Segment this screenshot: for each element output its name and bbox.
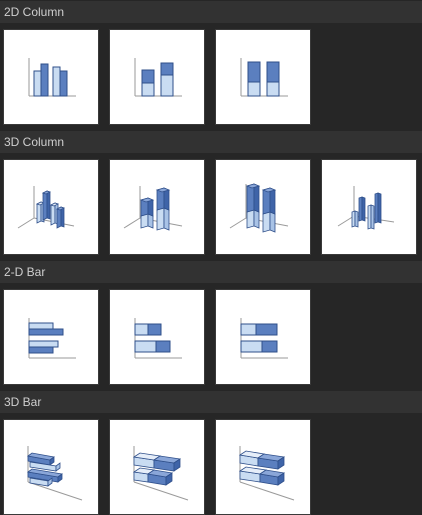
- percent-stacked-bar-3d-icon: [238, 446, 295, 501]
- chart-type-column-3d[interactable]: [321, 159, 417, 255]
- chart-type-clustered-column-2d[interactable]: [3, 29, 99, 125]
- chart-type-clustered-column-3d[interactable]: [3, 159, 99, 255]
- stacked-column-3d-icon: [123, 186, 183, 231]
- chart-type-percent-stacked-bar-2d[interactable]: [215, 289, 311, 385]
- percent-stacked-column-2d-icon: [240, 58, 288, 97]
- clustered-bar-2d-icon: [28, 318, 76, 359]
- clustered-bar-3d-icon: [27, 446, 83, 501]
- chart-type-percent-stacked-bar-3d[interactable]: [215, 419, 311, 515]
- chart-type-percent-stacked-column-3d[interactable]: [215, 159, 311, 255]
- percent-stacked-bar-2d-icon: [240, 318, 288, 359]
- clustered-column-2d-icon: [28, 58, 76, 97]
- section-header-2d-bar: 2-D Bar: [0, 261, 422, 283]
- chart-type-stacked-column-2d[interactable]: [109, 29, 205, 125]
- column-3d-icon: [337, 186, 395, 230]
- section-header-3d-bar: 3D Bar: [0, 391, 422, 413]
- stacked-bar-2d-icon: [134, 318, 182, 359]
- chart-type-stacked-bar-2d[interactable]: [109, 289, 205, 385]
- chart-type-clustered-bar-3d[interactable]: [3, 419, 99, 515]
- chart-type-clustered-bar-2d[interactable]: [3, 289, 99, 385]
- stacked-column-2d-icon: [134, 58, 182, 97]
- section-header-2d-column: 2D Column: [0, 1, 422, 23]
- chart-type-stacked-column-3d[interactable]: [109, 159, 205, 255]
- chart-type-stacked-bar-3d[interactable]: [109, 419, 205, 515]
- percent-stacked-column-3d-icon: [229, 183, 289, 233]
- chart-type-percent-stacked-column-2d[interactable]: [215, 29, 311, 125]
- stacked-bar-3d-icon: [132, 446, 189, 501]
- section-header-3d-column: 3D Column: [0, 131, 422, 153]
- clustered-column-3d-icon: [17, 186, 75, 229]
